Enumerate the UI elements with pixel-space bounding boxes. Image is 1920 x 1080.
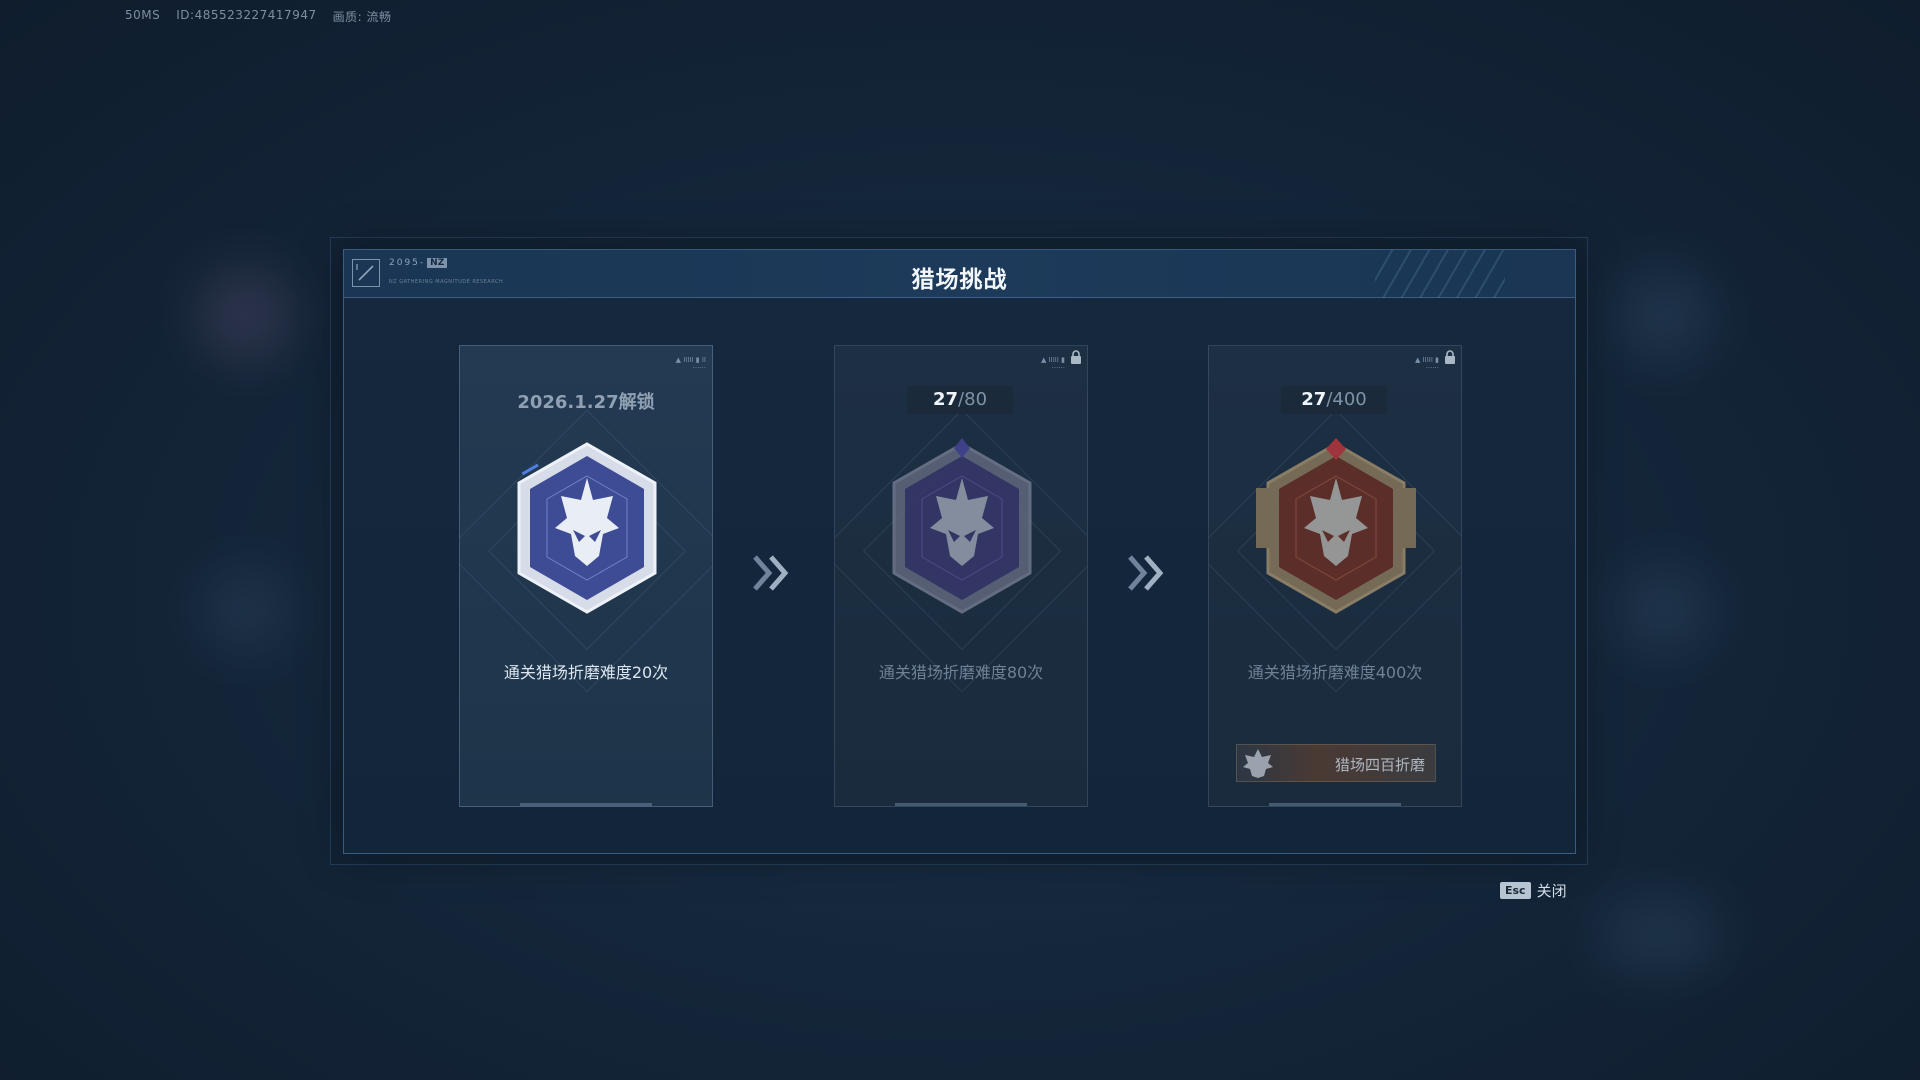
hunter-badge-gold-icon — [1256, 438, 1416, 614]
hunter-badge-purple-icon — [892, 438, 1032, 614]
progress-counter: 27/80 — [907, 386, 1013, 414]
progress-total: /400 — [1326, 389, 1367, 410]
card-corner-decoration: ▲ IIIII ▮ II ······ — [675, 356, 706, 372]
progress-total: /80 — [958, 389, 988, 410]
challenge-description: 通关猎场折磨难度20次 — [503, 663, 669, 682]
card-bottom-accent — [895, 803, 1027, 806]
card-corner-decoration: ▲ IIIII ▮ ······ — [1040, 356, 1065, 372]
card-bottom-accent — [520, 803, 652, 806]
progress-current: 27 — [1301, 389, 1327, 410]
challenge-card-tier-2[interactable]: ▲ IIIII ▮ ······ 27/80 通关猎场折磨难度80次 — [834, 345, 1088, 807]
quality-setting: 画质: 流畅 — [332, 10, 392, 24]
panel-header: 2095- NZ NZ GATHERING MAGNITUDE RESEARCH … — [344, 250, 1575, 298]
reward-title-banner[interactable]: 猎场四百折磨 — [1236, 744, 1436, 782]
unlock-date: 2026.1.27解锁 — [517, 392, 655, 413]
chevron-right-icon — [1128, 555, 1164, 591]
challenge-card-tier-1[interactable]: ▲ IIIII ▮ II ······ 2026.1.27解锁 通关猎场折磨难度2… — [459, 345, 713, 807]
lock-icon — [1071, 350, 1081, 364]
challenge-card-tier-3[interactable]: ▲ IIIII ▮ ······ 27/400 通关猎场折磨难度400次 猎场四百… — [1208, 345, 1462, 807]
card-bottom-accent — [1269, 803, 1401, 806]
player-id: ID:485523227417947 — [176, 8, 317, 22]
progress-counter: 27/400 — [1281, 386, 1387, 414]
reward-badge-icon — [1243, 749, 1273, 778]
challenge-description: 通关猎场折磨难度400次 — [1247, 663, 1423, 682]
header-decoration — [1375, 250, 1505, 298]
reward-label: 猎场四百折磨 — [1334, 756, 1425, 774]
chevron-right-icon — [753, 555, 789, 591]
close-label: 关闭 — [1536, 882, 1567, 900]
card-corner-decoration: ▲ IIIII ▮ ······ — [1414, 356, 1439, 372]
hunter-badge-silver-icon — [517, 442, 657, 614]
lock-icon — [1445, 350, 1455, 364]
ping-readout: 50MS — [125, 8, 161, 22]
progress-current: 27 — [932, 389, 959, 410]
hud-status-bar: 50MS ID:485523227417947 画质: 流畅 — [125, 8, 391, 25]
challenge-description: 通关猎场折磨难度80次 — [878, 663, 1044, 682]
esc-key-icon: Esc — [1500, 882, 1531, 899]
close-hint[interactable]: Esc 关闭 — [1500, 880, 1567, 901]
